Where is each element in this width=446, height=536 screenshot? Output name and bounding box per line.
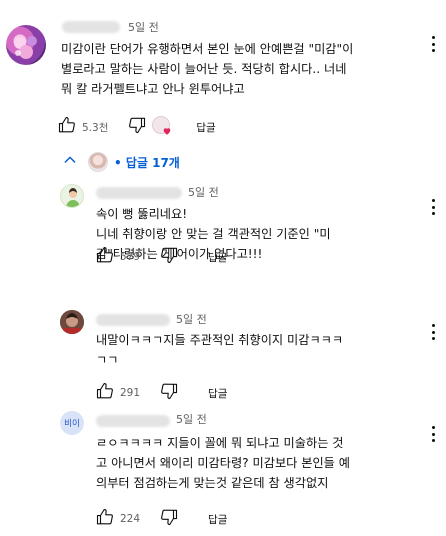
comment-line: ㄹㅇㅋㅋㅋㅋ 지들이 꼴에 뭐 되냐고 미술하는 것 — [96, 436, 344, 450]
avatar-initials: 비이 — [64, 419, 80, 429]
like-count: 5.3천 — [82, 121, 109, 134]
more-vert-icon[interactable] — [425, 34, 441, 54]
author-name[interactable] — [96, 314, 170, 326]
avatar-art-icon — [60, 310, 84, 334]
thumbs-up-icon[interactable] — [96, 382, 114, 404]
avatar-art-icon — [14, 36, 37, 59]
author-name[interactable] — [96, 187, 182, 199]
more-vert-icon[interactable] — [425, 197, 441, 217]
replies-count-label: • 답글 17개 — [114, 155, 180, 170]
creator-heart-icon — [152, 116, 174, 138]
reply-button[interactable]: 답글 — [196, 120, 215, 135]
avatar[interactable] — [60, 184, 84, 208]
reply-actions: 291 답글 — [96, 382, 227, 404]
like-count: 224 — [120, 513, 141, 525]
chevron-up-icon — [62, 152, 78, 172]
comment-timestamp: 5일 전 — [188, 186, 219, 199]
thumbs-down-icon[interactable] — [160, 508, 178, 530]
avatar-art-icon — [66, 188, 80, 207]
avatar[interactable]: 비이 — [60, 411, 84, 435]
comment-timestamp: 5일 전 — [128, 21, 159, 34]
comment-line: 속이 뻥 뚫리네요! — [96, 207, 188, 221]
comment-line: 별로라고 말하는 사람이 늘어난 듯. 적당히 합시다.. 너네 — [61, 62, 347, 76]
reply-actions: 224 답글 — [96, 508, 227, 530]
reply-actions: 579 답글 — [96, 246, 227, 268]
creator-avatar — [88, 152, 108, 172]
avatar[interactable] — [60, 310, 84, 334]
author-name[interactable] — [62, 21, 120, 33]
author-name[interactable] — [96, 415, 170, 427]
avatar[interactable] — [6, 25, 46, 65]
thumbs-up-icon[interactable] — [96, 246, 114, 268]
comment-line: 미감이란 단어가 유행하면서 본인 눈에 안예쁜걸 "미감"이 — [61, 42, 354, 56]
like-count: 579 — [120, 251, 141, 263]
reply-button[interactable]: 답글 — [208, 512, 227, 527]
more-vert-icon[interactable] — [425, 322, 441, 342]
comment-actions: 5.3천 답글 — [58, 116, 216, 138]
comment-line: 내말이ㅋㅋㄱ지들 주관적인 취향이지 미감ㅋㅋㅋ — [96, 333, 344, 347]
reply-button[interactable]: 답글 — [208, 386, 227, 401]
thumbs-up-icon[interactable] — [96, 508, 114, 530]
reply-button[interactable]: 답글 — [208, 250, 227, 265]
like-count: 291 — [120, 387, 141, 399]
thumbs-down-icon[interactable] — [160, 246, 178, 268]
comment-line: 고 아니면서 왜이리 미감타령? 미감보다 본인들 예 — [96, 456, 350, 470]
comment-line: ㄱㄱ — [96, 353, 119, 367]
comment-line: 의부터 점검하는게 맞는것 같은데 참 생각없지 — [96, 476, 329, 490]
comment-line: 뭐 칼 라거펠트냐고 안나 윈투어냐고 — [61, 82, 245, 96]
comment-timestamp: 5일 전 — [176, 313, 207, 326]
comment-line: 니네 취향이랑 안 맞는 걸 객관적인 기준인 "미 — [96, 227, 331, 241]
comment-timestamp: 5일 전 — [176, 413, 207, 426]
replies-toggle-button[interactable]: • 답글 17개 — [62, 151, 180, 173]
more-vert-icon[interactable] — [425, 424, 441, 444]
thumbs-down-icon[interactable] — [160, 382, 178, 404]
thumbs-up-icon[interactable] — [58, 116, 76, 138]
thumbs-down-icon[interactable] — [128, 116, 146, 138]
